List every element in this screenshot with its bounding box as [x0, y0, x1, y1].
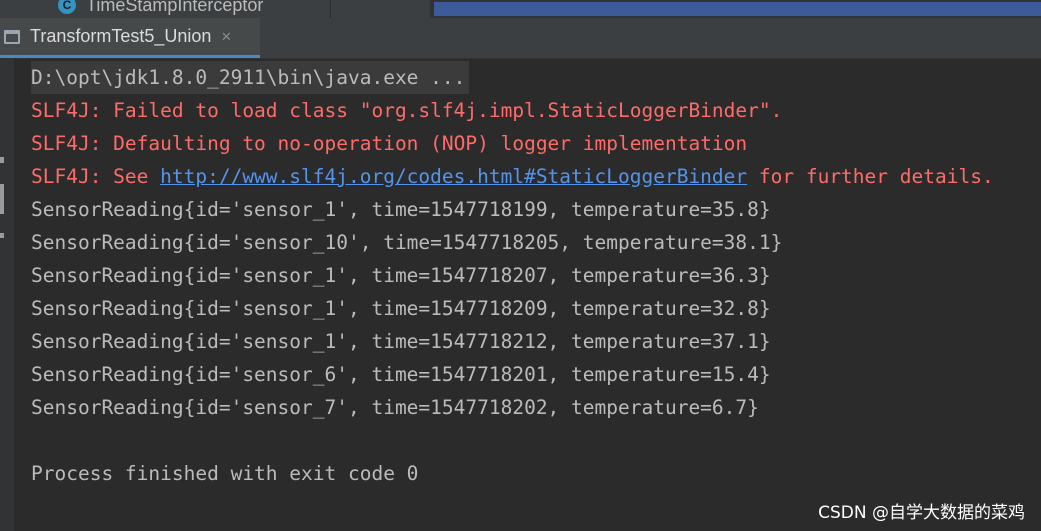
project-file-item[interactable]: C TimeStampInterceptor: [58, 0, 263, 18]
output-line: SensorReading{id='sensor_1', time=154771…: [31, 297, 771, 320]
panel-divider: [330, 0, 331, 18]
gutter-marker: [0, 157, 4, 163]
process-finished-line: Process finished with exit code 0: [31, 462, 419, 485]
output-line: SensorReading{id='sensor_1', time=154771…: [31, 198, 771, 221]
top-strip: C TimeStampInterceptor: [0, 0, 1041, 18]
close-icon[interactable]: ×: [221, 27, 231, 47]
project-file-label: TimeStampInterceptor: [86, 0, 264, 15]
output-line: SensorReading{id='sensor_7', time=154771…: [31, 396, 759, 419]
error-suffix: for further details.: [747, 165, 994, 188]
run-tab-bar: TransformTest5_Union ×: [0, 18, 1041, 59]
gutter-marker: [0, 184, 4, 214]
tab-label: TransformTest5_Union: [30, 26, 212, 46]
error-line: SLF4J: Failed to load class "org.slf4j.i…: [31, 99, 783, 122]
output-line: SensorReading{id='sensor_1', time=154771…: [31, 264, 771, 287]
error-line: SLF4J: Defaulting to no-operation (NOP) …: [31, 132, 748, 155]
tab-run-config[interactable]: TransformTest5_Union ×: [0, 18, 260, 58]
console-icon: [4, 29, 20, 44]
csdn-watermark: CSDN @自学大数据的菜鸡: [818, 503, 1025, 523]
console-output[interactable]: D:\opt\jdk1.8.0_2911\bin\java.exe ... SL…: [14, 59, 1041, 531]
output-line: SensorReading{id='sensor_1', time=154771…: [31, 330, 771, 353]
output-line: SensorReading{id='sensor_10', time=15477…: [31, 231, 783, 254]
editor-selection-bar: [434, 2, 1041, 16]
console-gutter: [0, 59, 14, 531]
gutter-marker: [0, 233, 4, 238]
command-line: D:\opt\jdk1.8.0_2911\bin\java.exe ...: [31, 61, 470, 94]
error-prefix: SLF4J: See: [31, 165, 161, 188]
error-line-with-link: SLF4J: See http://www.slf4j.org/codes.ht…: [31, 160, 994, 193]
slf4j-docs-link[interactable]: http://www.slf4j.org/codes.html#StaticLo…: [160, 165, 747, 188]
class-icon: C: [58, 0, 76, 14]
output-line: SensorReading{id='sensor_6', time=154771…: [31, 363, 771, 386]
editor-scroll-region[interactable]: [430, 0, 1041, 18]
